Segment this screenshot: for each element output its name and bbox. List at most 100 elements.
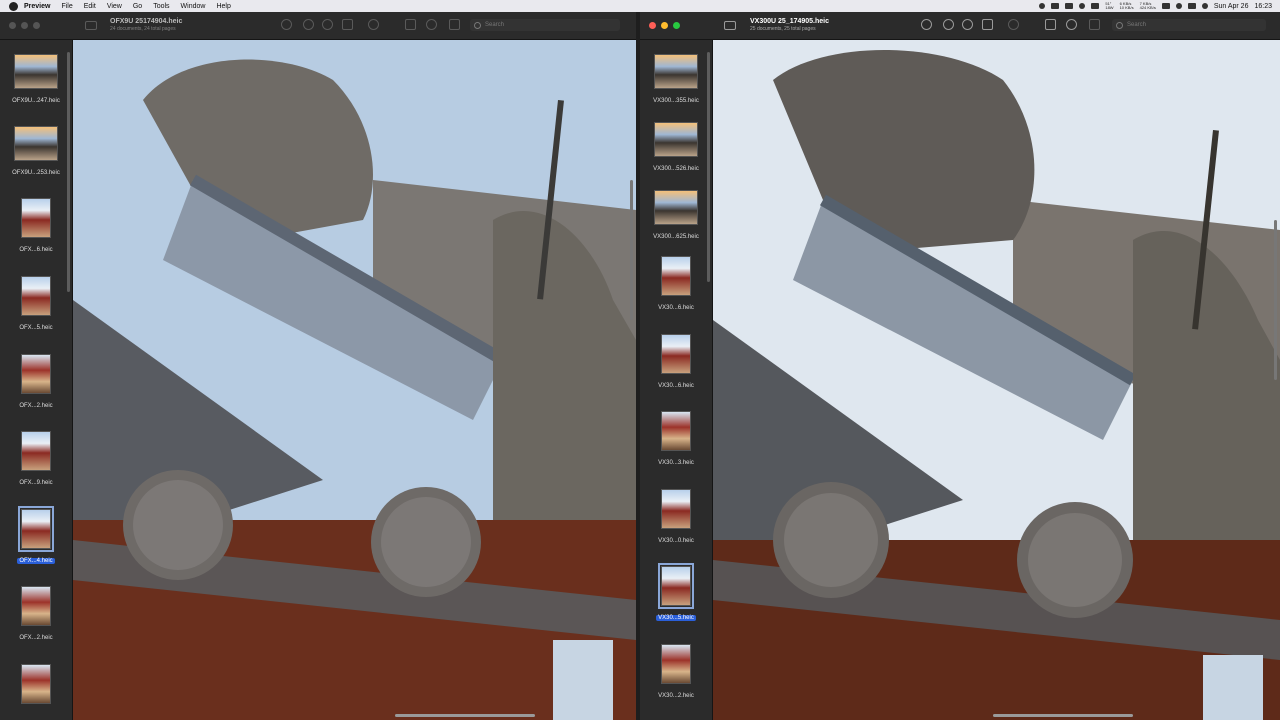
thumbnail-item[interactable]: OFX...9.heic [0, 431, 72, 489]
markup-pen-icon[interactable] [368, 19, 379, 30]
zoom-in-icon[interactable] [962, 19, 973, 30]
thumbnail-label: OFX...2.heic [19, 403, 53, 409]
thumbnail-image [14, 126, 58, 161]
thumbnail-label: VX300...355.heic [653, 98, 699, 104]
wifi-icon[interactable] [1175, 3, 1182, 9]
minimize-button[interactable] [21, 22, 28, 29]
document-title: OFX9U 25174904.heic [110, 18, 183, 25]
menu-tools[interactable]: Tools [153, 3, 169, 10]
search-field[interactable]: Search [470, 19, 620, 31]
battery-icon[interactable] [1161, 3, 1170, 9]
preview-window-left: OFX9U 25174904.heic 24 documents, 24 tot… [0, 12, 636, 720]
menubar-time[interactable]: 16:23 [1254, 3, 1272, 10]
thumbnail-label: OFX...5.heic [19, 325, 53, 331]
horizontal-scrollbar[interactable] [395, 714, 535, 717]
dot-icon[interactable] [1039, 3, 1046, 9]
net-stat[interactable]: 6 KB/s 10 KB/s [1120, 2, 1134, 10]
thumbnail-label: VX30...5.heic [656, 615, 696, 621]
cloud-icon[interactable] [1065, 3, 1074, 9]
share-icon[interactable] [342, 19, 353, 30]
menubar-date[interactable]: Sun Apr 26 [1214, 3, 1249, 10]
thumbnail-image [661, 489, 691, 529]
info-icon[interactable] [921, 19, 932, 30]
horizontal-scrollbar[interactable] [993, 714, 1133, 717]
document-title: VX300U 25_174905.heic [750, 18, 830, 25]
titlebar-left: OFX9U 25174904.heic 24 documents, 24 tot… [0, 12, 636, 40]
thumbnail-item[interactable]: VX30...3.heic [640, 411, 712, 469]
rotate-icon[interactable] [405, 19, 416, 30]
thumbnail-label: VX300...526.heic [653, 166, 699, 172]
rooftop-photo-right [713, 40, 1280, 720]
thumbnail-item[interactable]: VX30...6.heic [640, 334, 712, 392]
wechat-icon[interactable] [1051, 3, 1060, 9]
close-button[interactable] [9, 22, 16, 29]
minimize-button[interactable] [661, 22, 668, 29]
vertical-scrollbar[interactable] [1274, 220, 1277, 380]
thumbnail-item[interactable]: VX30...5.heic [640, 563, 712, 624]
zoom-out-icon[interactable] [943, 19, 954, 30]
thumbnail-item[interactable]: OFX9U...253.heic [0, 126, 72, 179]
net-down: 10 KB/s [1119, 5, 1134, 10]
sidebar-scrollbar[interactable] [707, 52, 710, 282]
sidebar-scrollbar[interactable] [67, 52, 70, 292]
thumbnail-image [661, 256, 691, 296]
thumbnail-item[interactable]: OFX...5.heic [0, 276, 72, 334]
thumbnail-item[interactable]: OFX9U...247.heic [0, 54, 72, 107]
thumbnail-label: VX30...2.heic [658, 693, 694, 699]
markup-icon[interactable] [426, 19, 437, 30]
thumbnail-image [21, 431, 51, 471]
apple-menu-icon[interactable] [9, 1, 18, 11]
thumbnail-image [654, 122, 698, 157]
thumbnail-image [661, 411, 691, 451]
sidebar-toggle-icon[interactable] [85, 21, 97, 30]
sidebar-toggle-icon[interactable] [724, 21, 736, 30]
search-field[interactable]: Search [1112, 19, 1266, 31]
thumbnail-label: OFX...2.heic [19, 635, 53, 641]
rotate-icon[interactable] [1045, 19, 1056, 30]
menu-help[interactable]: Help [216, 3, 230, 10]
thumbnail-item[interactable]: VX300...355.heic [640, 54, 712, 107]
menu-go[interactable]: Go [133, 3, 142, 10]
cpu-stat[interactable]: 51° 18W [1105, 2, 1113, 10]
vertical-scrollbar[interactable] [630, 180, 633, 320]
markup-pen-icon[interactable] [1008, 19, 1019, 30]
thumbnail-item[interactable]: OFX...2.heic [0, 354, 72, 412]
cpu-power: 18W [1105, 5, 1114, 10]
monitor-icon[interactable] [1091, 3, 1100, 9]
thumbnail-item[interactable]: VX30...2.heic [640, 644, 712, 702]
thumbnail-item[interactable]: VX300...625.heic [640, 190, 712, 243]
thumbnail-item[interactable]: OFX...6.heic [0, 198, 72, 256]
title-box-left: OFX9U 25174904.heic 24 documents, 24 tot… [110, 18, 182, 32]
zoom-in-icon[interactable] [322, 19, 333, 30]
zoom-out-icon[interactable] [303, 19, 314, 30]
form-fill-icon[interactable] [449, 19, 460, 30]
thumbnail-item[interactable]: VX30...0.heic [640, 489, 712, 547]
share-icon[interactable] [982, 19, 993, 30]
thumbnail-item[interactable]: OFX...2.heic [0, 586, 72, 644]
thumbnail-image [661, 334, 691, 374]
siri-icon[interactable] [1201, 3, 1208, 9]
zoom-button[interactable] [673, 22, 680, 29]
thumbnail-item[interactable] [0, 664, 72, 720]
menu-view[interactable]: View [107, 3, 122, 10]
control-center-icon[interactable] [1187, 3, 1196, 9]
dropbox-icon[interactable] [1079, 3, 1086, 9]
markup-icon[interactable] [1066, 19, 1077, 30]
thumbnail-label: VX30...0.heic [658, 538, 694, 544]
thumbnail-item[interactable]: VX300...526.heic [640, 122, 712, 175]
menu-window[interactable]: Window [181, 3, 206, 10]
close-button[interactable] [649, 22, 656, 29]
menu-app-name[interactable]: Preview [24, 3, 50, 10]
disk-write: 424 KB/s [1139, 5, 1156, 10]
image-view-right[interactable] [713, 40, 1280, 720]
image-view-left[interactable] [73, 40, 636, 720]
form-fill-icon[interactable] [1089, 19, 1100, 30]
thumbnail-item[interactable]: VX30...6.heic [640, 256, 712, 314]
menu-file[interactable]: File [61, 3, 72, 10]
menu-edit[interactable]: Edit [84, 3, 96, 10]
disk-stat[interactable]: 7 KB/s 424 KB/s [1140, 2, 1156, 10]
info-icon[interactable] [281, 19, 292, 30]
zoom-button[interactable] [33, 22, 40, 29]
search-placeholder: Search [1127, 22, 1147, 28]
thumbnail-item[interactable]: OFX...4.heic [0, 506, 72, 567]
